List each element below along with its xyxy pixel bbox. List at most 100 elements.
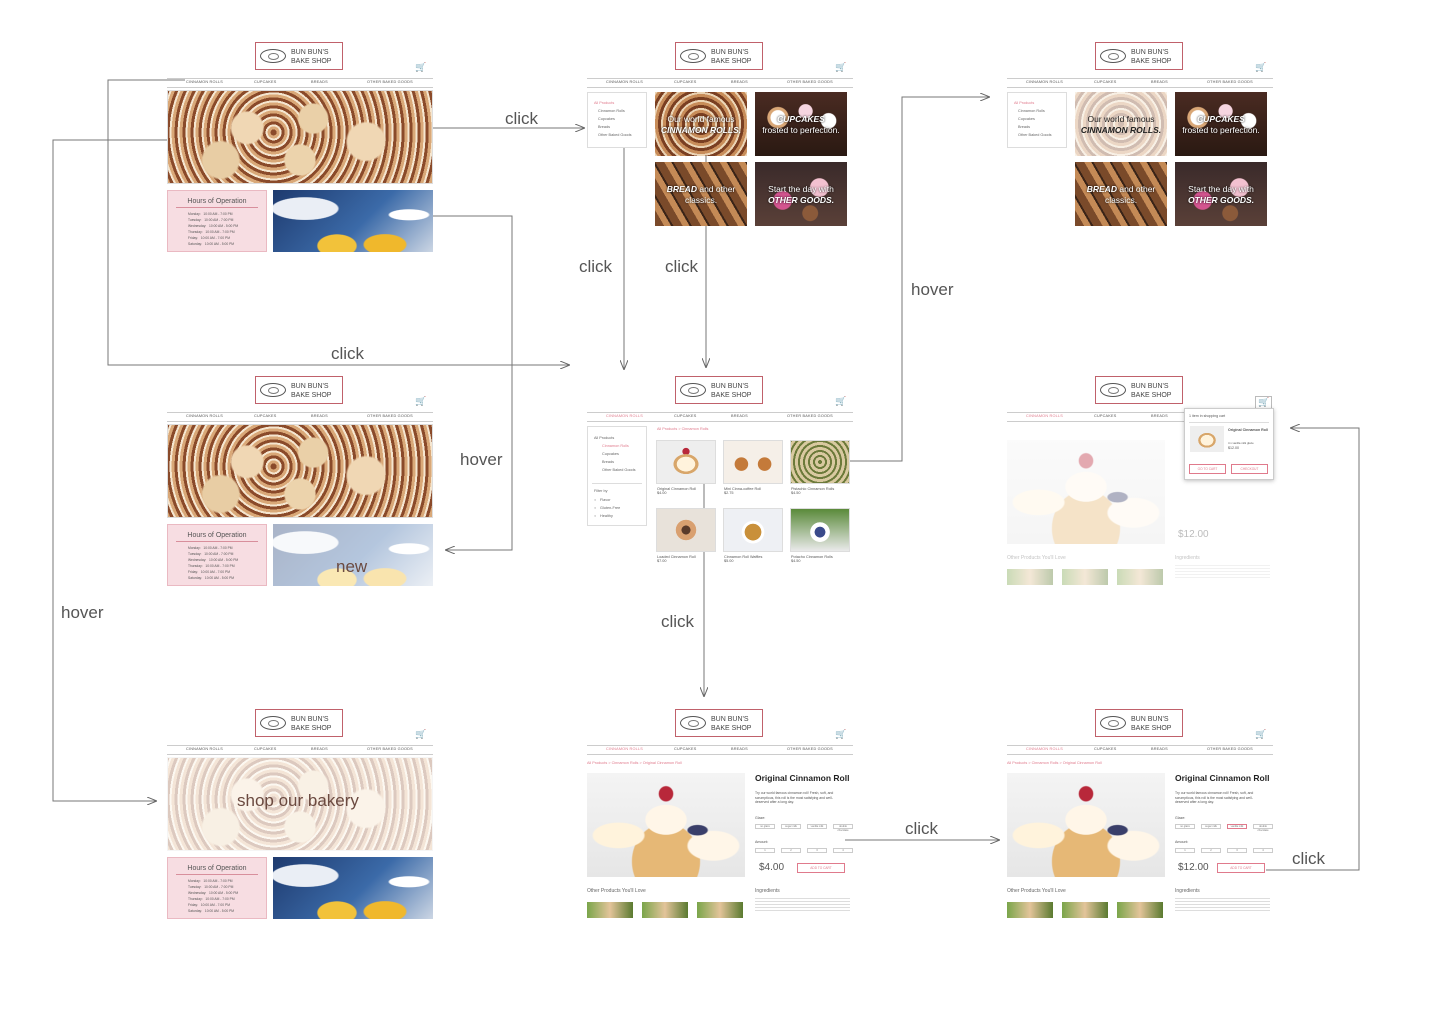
cart-icon[interactable]: 🛒 [835, 729, 846, 740]
nav-other-baked-goods[interactable]: OTHER BAKED GOODS [367, 414, 413, 418]
checkout-button[interactable]: CHECKOUT [1231, 464, 1268, 474]
filter-healthy[interactable]: ○ Healthy [594, 514, 613, 518]
product-card[interactable] [723, 440, 783, 484]
glaze-option[interactable]: no glaze [755, 824, 775, 829]
glaze-option[interactable]: no glaze [1175, 824, 1195, 829]
related-thumb[interactable] [642, 902, 688, 918]
nav-cinnamon-rolls[interactable]: CINNAMON ROLLS [186, 80, 223, 84]
product-card[interactable] [790, 508, 850, 552]
nav-other-baked-goods[interactable]: OTHER BAKED GOODS [787, 414, 833, 418]
nav-other-baked-goods[interactable]: OTHER BAKED GOODS [1207, 80, 1253, 84]
nav-breads[interactable]: BREADS [731, 414, 748, 418]
logo[interactable]: BUN BUN'S BAKE SHOP [255, 376, 343, 404]
cart-icon[interactable]: 🛒 [415, 729, 426, 740]
related-thumb[interactable] [1117, 902, 1163, 918]
cart-icon[interactable]: 🛒 [835, 62, 846, 73]
nav-cinnamon-rolls[interactable]: CINNAMON ROLLS [1026, 80, 1063, 84]
nav-other-baked-goods[interactable]: OTHER BAKED GOODS [787, 747, 833, 751]
nav-breads[interactable]: BREADS [311, 80, 328, 84]
related-thumb[interactable] [1007, 902, 1053, 918]
tarts-photo[interactable] [273, 190, 433, 252]
amount-option[interactable]: 2 [781, 848, 801, 853]
sidebar-item-cinnamon-rolls[interactable]: Cinnamon Rolls [602, 444, 629, 448]
nav-other-baked-goods[interactable]: OTHER BAKED GOODS [367, 747, 413, 751]
nav-other-baked-goods[interactable]: OTHER BAKED GOODS [367, 80, 413, 84]
tile-bread[interactable]: BREAD and other classics. [655, 162, 747, 226]
related-thumb[interactable] [697, 902, 743, 918]
nav-cinnamon-rolls[interactable]: CINNAMON ROLLS [606, 80, 643, 84]
nav-cinnamon-rolls[interactable]: CINNAMON ROLLS [606, 414, 643, 418]
nav-breads[interactable]: BREADS [1151, 80, 1168, 84]
go-to-cart-button[interactable]: GO TO CART [1189, 464, 1226, 474]
nav-cupcakes[interactable]: CUPCAKES [254, 414, 277, 418]
sidebar-item-cinnamon-rolls[interactable]: Cinnamon Rolls [1018, 109, 1045, 113]
logo[interactable]: BUN BUN'S BAKE SHOP [255, 709, 343, 737]
sidebar-item-cupcakes[interactable]: Cupcakes [602, 452, 619, 456]
sidebar-item-breads[interactable]: Breads [602, 460, 614, 464]
logo[interactable]: BUN BUN'S BAKE SHOP [1095, 709, 1183, 737]
nav-breads[interactable]: BREADS [731, 80, 748, 84]
logo[interactable]: BUN BUN'S BAKE SHOP [1095, 376, 1183, 404]
breadcrumb[interactable]: All Products > Cinnamon Rolls > Original… [587, 761, 682, 765]
hero-image[interactable] [167, 424, 433, 518]
amount-option[interactable]: 3 [807, 848, 827, 853]
logo[interactable]: BUN BUN'S BAKE SHOP [675, 709, 763, 737]
nav-cupcakes[interactable]: CUPCAKES [1094, 414, 1117, 418]
tile-other-goods[interactable]: Start the day with OTHER GOODS. [755, 162, 847, 226]
tile-cupcakes[interactable]: CUPCAKES frosted to perfection. [755, 92, 847, 156]
product-card[interactable] [656, 440, 716, 484]
add-to-cart-button[interactable]: ADD TO CART [1217, 863, 1265, 873]
nav-breads[interactable]: BREADS [311, 414, 328, 418]
glaze-option[interactable]: sugar milk [781, 824, 801, 829]
logo[interactable]: BUN BUN'S BAKE SHOP [675, 376, 763, 404]
breadcrumb[interactable]: All Products > Cinnamon Rolls > Original… [1007, 761, 1102, 765]
nav-cupcakes[interactable]: CUPCAKES [674, 414, 697, 418]
nav-cupcakes[interactable]: CUPCAKES [1094, 80, 1117, 84]
nav-breads[interactable]: BREADS [1151, 414, 1168, 418]
sidebar-item-cupcakes[interactable]: Cupcakes [598, 117, 615, 121]
hero-image[interactable] [167, 90, 433, 184]
nav-cinnamon-rolls[interactable]: CINNAMON ROLLS [1026, 747, 1063, 751]
amount-option[interactable]: 4 [833, 848, 853, 853]
glaze-option[interactable]: vanilla milk [807, 824, 827, 829]
tile-bread[interactable]: BREAD and other classics. [1075, 162, 1167, 226]
logo[interactable]: BUN BUN'S BAKE SHOP [255, 42, 343, 70]
glaze-option[interactable]: double chocolate [1253, 824, 1273, 832]
nav-breads[interactable]: BREADS [1151, 747, 1168, 751]
glaze-option[interactable]: double chocolate [833, 824, 853, 832]
cart-icon[interactable]: 🛒 [1255, 62, 1266, 73]
sidebar-item-cinnamon-rolls[interactable]: Cinnamon Rolls [598, 109, 625, 113]
sidebar-item-other[interactable]: Other Baked Goods [602, 468, 636, 472]
filter-gluten-free[interactable]: ○ Gluten-Free [594, 506, 620, 510]
amount-option[interactable]: 1 [1175, 848, 1195, 853]
cart-icon[interactable]: 🛒 [835, 396, 846, 407]
nav-cupcakes[interactable]: CUPCAKES [674, 80, 697, 84]
sidebar-item-other[interactable]: Other Baked Goods [1018, 133, 1052, 137]
cart-icon[interactable]: 🛒 [415, 62, 426, 73]
nav-breads[interactable]: BREADS [731, 747, 748, 751]
nav-other-baked-goods[interactable]: OTHER BAKED GOODS [1207, 747, 1253, 751]
amount-option[interactable]: 1 [755, 848, 775, 853]
nav-cinnamon-rolls[interactable]: CINNAMON ROLLS [186, 414, 223, 418]
sidebar-item-other[interactable]: Other Baked Goods [598, 133, 632, 137]
logo[interactable]: BUN BUN'S BAKE SHOP [675, 42, 763, 70]
nav-breads[interactable]: BREADS [311, 747, 328, 751]
nav-cinnamon-rolls[interactable]: CINNAMON ROLLS [1026, 414, 1063, 418]
sidebar-item-all-products[interactable]: All Products [594, 436, 614, 440]
related-thumb[interactable] [1062, 902, 1108, 918]
cart-icon[interactable]: 🛒 [415, 396, 426, 407]
nav-cinnamon-rolls[interactable]: CINNAMON ROLLS [186, 747, 223, 751]
nav-cupcakes[interactable]: CUPCAKES [674, 747, 697, 751]
glaze-option[interactable]: sugar milk [1201, 824, 1221, 829]
nav-other-baked-goods[interactable]: OTHER BAKED GOODS [787, 80, 833, 84]
nav-cupcakes[interactable]: CUPCAKES [254, 80, 277, 84]
tarts-photo[interactable] [273, 857, 433, 919]
tile-cinnamon-rolls[interactable]: Our world famous CINNAMON ROLLS. [655, 92, 747, 156]
logo[interactable]: BUN BUN'S BAKE SHOP [1095, 42, 1183, 70]
cart-icon[interactable]: 🛒 [1255, 729, 1266, 740]
related-thumb[interactable] [587, 902, 633, 918]
product-card[interactable] [656, 508, 716, 552]
sidebar-item-breads[interactable]: Breads [1018, 125, 1030, 129]
tile-other-goods[interactable]: Start the day with OTHER GOODS. [1175, 162, 1267, 226]
nav-cupcakes[interactable]: CUPCAKES [254, 747, 277, 751]
